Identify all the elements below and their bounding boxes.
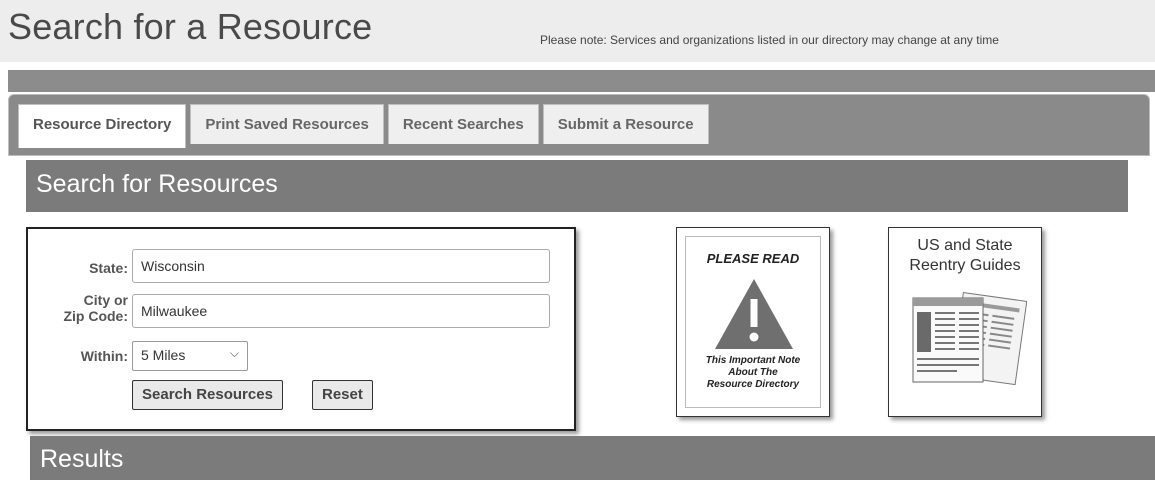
please-read-frame: PLEASE READ This Important Note About Th… <box>685 236 821 408</box>
city-label: City or Zip Code: <box>28 292 128 324</box>
within-label: Within: <box>80 348 128 364</box>
warning-triangle-icon <box>715 279 793 349</box>
reentry-guides-card[interactable]: US and State Reentry Guides <box>888 227 1042 417</box>
reentry-guides-title: US and State Reentry Guides <box>889 236 1041 276</box>
tab-submit-a-resource[interactable]: Submit a Resource <box>542 104 709 144</box>
results-section-header: Results <box>30 436 1155 480</box>
city-label-line2: Zip Code: <box>63 308 128 324</box>
please-read-body: This Important Note About The Resource D… <box>686 355 820 391</box>
reentry-guides-line2: Reentry Guides <box>909 257 1021 274</box>
guide-documents-icon <box>912 291 1027 386</box>
directory-notice: Please note: Services and organizations … <box>540 33 999 47</box>
tab-list: Resource Directory Print Saved Resources… <box>18 104 709 148</box>
search-resources-button[interactable]: Search Resources <box>132 380 283 410</box>
reentry-guides-line1: US and State <box>917 237 1013 254</box>
page-title: Search for a Resource <box>8 6 373 47</box>
header-divider-band <box>8 70 1155 92</box>
tab-resource-directory[interactable]: Resource Directory <box>18 104 187 148</box>
city-label-line1: City or <box>83 292 128 308</box>
chevron-down-icon: ⌵ <box>229 346 239 360</box>
search-form: State: City or Zip Code: Within: 5 Miles… <box>26 227 576 431</box>
results-section-title: Results <box>40 445 124 473</box>
page-header: Search for a Resource Please note: Servi… <box>0 0 1155 62</box>
within-select-value: 5 Miles <box>141 347 186 363</box>
tab-recent-searches[interactable]: Recent Searches <box>387 104 539 144</box>
search-section-title: Search for Resources <box>36 170 278 198</box>
please-read-card[interactable]: PLEASE READ This Important Note About Th… <box>676 227 830 417</box>
city-zip-input[interactable] <box>132 294 550 328</box>
state-input[interactable] <box>132 249 550 283</box>
please-read-line2: About The <box>728 367 778 378</box>
within-select[interactable]: 5 Miles ⌵ <box>132 341 248 371</box>
search-section-header: Search for Resources <box>26 160 1128 212</box>
please-read-line1: This Important Note <box>705 355 801 366</box>
reset-button[interactable]: Reset <box>312 380 373 410</box>
please-read-heading: PLEASE READ <box>706 251 800 266</box>
state-label: State: <box>89 260 128 276</box>
please-read-line3: Resource Directory <box>706 379 800 390</box>
tab-print-saved-resources[interactable]: Print Saved Resources <box>190 104 384 144</box>
